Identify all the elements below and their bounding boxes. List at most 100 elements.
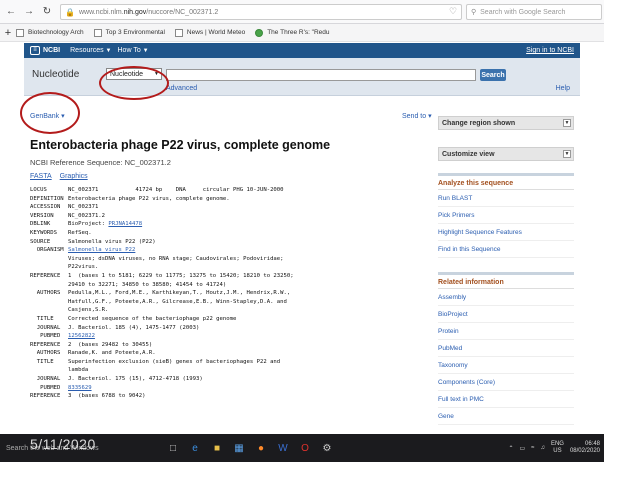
browser-search-input[interactable]: ⚲ Search with Google Search (466, 4, 602, 20)
genbank-link[interactable]: PRJNA14478 (108, 220, 142, 229)
bookmark-item[interactable]: Biotechnology Arch (16, 28, 84, 37)
sidebar-link[interactable]: Assembly (438, 289, 574, 306)
page-icon (93, 28, 102, 37)
sidebar-link[interactable]: Find in this Sequence (438, 241, 574, 258)
firefox-icon[interactable]: ● (254, 441, 268, 455)
clock[interactable]: 06:48 08/02/2020 (570, 441, 600, 455)
genbank-link[interactable]: Salmonella virus P22 (68, 246, 135, 255)
genbank-line: Hatfull,G.F., Poteete,A.R., Gilcrease,E.… (30, 298, 430, 307)
analyze-heading: Analyze this sequence (438, 180, 574, 190)
sidebar-link[interactable]: Pick Primers (438, 207, 574, 224)
network-icon[interactable]: ≈ (531, 445, 534, 451)
genbank-field-key: PUBMED (30, 384, 61, 391)
genbank-field-value: RefSeq. (68, 229, 92, 236)
genbank-line: TITLE Superinfection exclusion (sieB) gen… (30, 358, 430, 367)
volume-icon[interactable]: ♫ (540, 445, 545, 451)
sidebar-link[interactable]: Run BLAST (438, 190, 574, 207)
genbank-field-key: SOURCE (30, 238, 51, 245)
format-menu[interactable]: GenBank ▾ (30, 112, 65, 120)
genbank-link[interactable]: 8335629 (68, 384, 92, 393)
battery-icon[interactable]: ▭ (519, 445, 525, 452)
search-icon: ⚲ (471, 9, 477, 16)
genbank-field-value: 2 (bases 29482 to 30455) (68, 341, 153, 348)
windows-taskbar: Search the web and Windows 5/11/2020 □ e… (0, 434, 604, 462)
genbank-field-value: Viruses; dsDNA viruses, no RNA stage; Ca… (68, 255, 284, 262)
send-to-menu[interactable]: Send to ▾ (402, 112, 432, 120)
genbank-field-key: TITLE (30, 315, 54, 322)
genbank-field-key: REFERENCE (30, 393, 61, 400)
genbank-field-value: P22virus. (68, 264, 99, 271)
recycle-icon (255, 28, 264, 37)
sidebar-link[interactable]: Gene (438, 408, 574, 425)
ncbi-logo[interactable]: ≡ NCBI (30, 46, 60, 55)
genbank-field-key: ACCESSION (30, 204, 61, 211)
reload-icon[interactable]: ↻ (40, 5, 54, 19)
sidebar-link[interactable]: Protein (438, 323, 574, 340)
graphics-link[interactable]: Graphics (60, 173, 88, 180)
genbank-line: LOCUS NC_002371 41724 bp DNA circular PHG… (30, 186, 430, 195)
bookmark-item[interactable]: The Three R's: "Redu (255, 28, 330, 37)
file-explorer-icon[interactable]: ■ (210, 441, 224, 455)
genbank-field-key: REFERENCE (30, 341, 61, 348)
genbank-link[interactable]: 12562822 (68, 332, 95, 341)
resources-menu[interactable]: Resources ▼ (70, 47, 111, 54)
change-region-panel[interactable]: Change region shown ▼ (438, 116, 574, 130)
opera-icon[interactable]: O (298, 441, 312, 455)
chevron-down-icon: ▼ (563, 119, 571, 127)
url-path: /nuccore/NC_002371.2 (146, 8, 219, 16)
bookmark-label: Biotechnology Arch (28, 29, 84, 36)
sidebar-link[interactable]: BioProject (438, 306, 574, 323)
customize-view-panel[interactable]: Customize view ▼ (438, 147, 574, 161)
database-select[interactable]: Nucleotide ▼ (106, 68, 162, 80)
sidebar-link[interactable]: Taxonomy (438, 357, 574, 374)
chevron-up-icon[interactable]: ⌃ (508, 445, 513, 452)
help-link[interactable]: Help (556, 85, 570, 92)
chevron-down-icon: ▼ (563, 150, 571, 158)
bookmark-heart-icon[interactable]: ♡ (449, 6, 457, 17)
forward-icon[interactable]: → (22, 5, 36, 19)
bookmarks-bar: + Biotechnology Arch Top 3 Environmental… (0, 24, 604, 42)
sidebar-link[interactable]: Full text in PMC (438, 391, 574, 408)
section-divider (438, 272, 574, 275)
ncbi-top-bar: ≡ NCBI Resources ▼ How To ▼ Sign in to N… (24, 43, 580, 58)
genbank-field-value: Pedulla,M.L., Ford,M.E., Karthikeyan,T.,… (68, 290, 291, 297)
genbank-line: VERSION NC_002371.2 (30, 212, 430, 221)
genbank-field-value: Salmonella virus P22 (P22) (68, 238, 156, 245)
task-view-icon[interactable]: □ (166, 441, 180, 455)
language-indicator[interactable]: ENG US (551, 441, 564, 455)
search-button[interactable]: Search (480, 69, 506, 81)
sidebar-link[interactable]: Components (Core) (438, 374, 574, 391)
back-icon[interactable]: ← (4, 5, 18, 19)
new-tab-plus-icon[interactable]: + (0, 27, 16, 39)
genbank-line: AUTHORS Ranade,K. and Poteete,A.R. (30, 349, 430, 358)
genbank-field-key: JOURNAL (30, 324, 61, 331)
genbank-field-key: DBLINK (30, 221, 51, 228)
genbank-field-value: 1 (bases 1 to 5181; 6229 to 11775; 13275… (68, 272, 294, 279)
settings-gear-icon[interactable]: ⚙ (320, 441, 334, 455)
genbank-field-key: DEFINITION (30, 195, 64, 202)
system-tray: ⌃ ▭ ≈ ♫ ENG US 06:48 08/02/2020 (508, 441, 600, 455)
genbank-field-key (30, 306, 68, 315)
bookmark-item[interactable]: Top 3 Environmental (93, 28, 165, 37)
word-icon[interactable]: W (276, 441, 290, 455)
advanced-search-link[interactable]: Advanced (166, 85, 197, 92)
genbank-field-key: LOCUS (30, 187, 47, 193)
fasta-link[interactable]: FASTA (30, 173, 52, 180)
search-term-input[interactable] (166, 69, 476, 81)
lock-icon: 🔒 (65, 7, 75, 17)
store-icon[interactable]: ▦ (232, 441, 246, 455)
sidebar-link[interactable]: Highlight Sequence Features (438, 224, 574, 241)
bookmark-item[interactable]: News | World Meteo (174, 28, 245, 37)
edge-browser-icon[interactable]: e (188, 441, 202, 455)
genbank-field-value: J. Bacteriol. 185 (4), 1475-1477 (2003) (68, 324, 200, 331)
howto-menu[interactable]: How To ▼ (118, 47, 149, 54)
address-bar[interactable]: 🔒 www.ncbi.nlm. nih.gov/nuccore/NC_002371… (60, 4, 462, 20)
genbank-field-key: AUTHORS (30, 350, 61, 357)
taskbar-search[interactable]: Search the web and Windows 5/11/2020 (0, 434, 160, 462)
genbank-line: REFERENCE 2 (bases 29482 to 30455) (30, 341, 430, 350)
sidebar-link[interactable]: PubMed (438, 340, 574, 357)
genbank-line: PUBMED 8335629 (30, 384, 430, 393)
ncbi-logo-icon: ≡ (30, 46, 40, 55)
genbank-field-key (30, 263, 68, 272)
sign-in-link[interactable]: Sign in to NCBI (526, 47, 574, 54)
